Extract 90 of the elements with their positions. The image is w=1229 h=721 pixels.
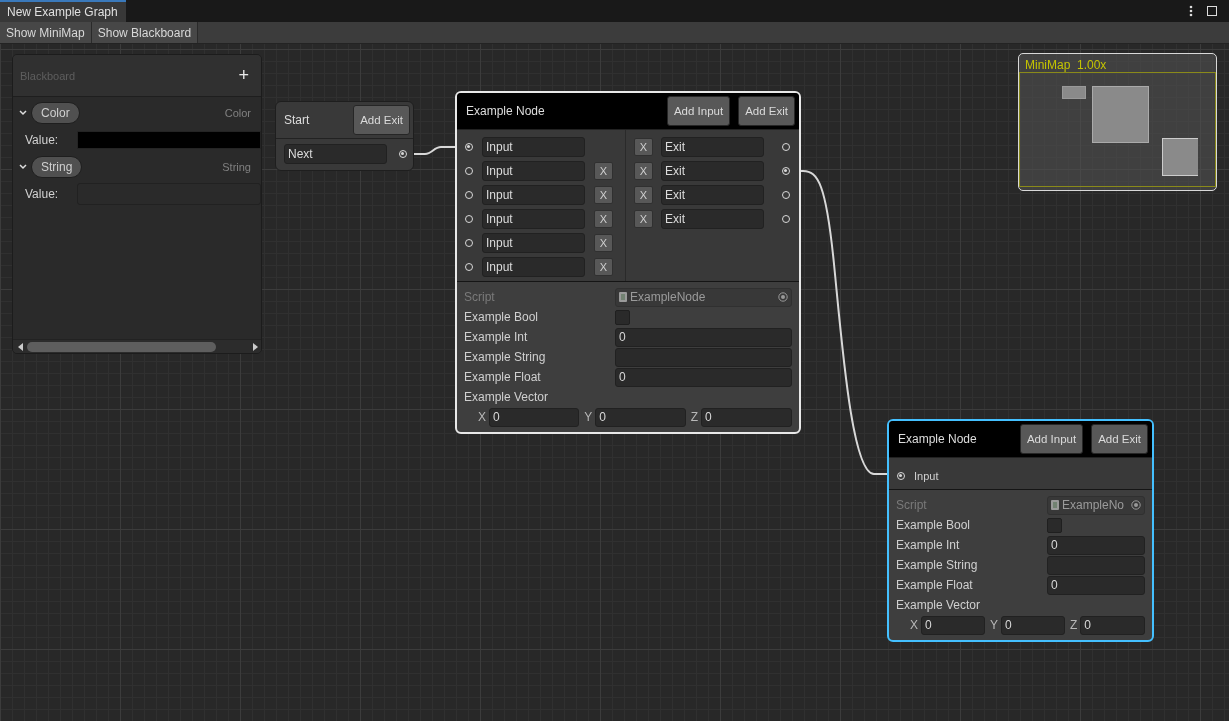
- script-file-icon: [1051, 500, 1059, 510]
- script-name: ExampleNo: [1062, 496, 1125, 514]
- more-options-icon[interactable]: [1189, 5, 1193, 17]
- number-field[interactable]: 0: [1001, 615, 1065, 635]
- field-label: Example Int: [896, 538, 961, 552]
- add-exit-button[interactable]: Add Exit: [353, 105, 410, 135]
- value-label: Value:: [25, 132, 60, 147]
- node-header-button[interactable]: Add Exit: [738, 96, 795, 126]
- number-field[interactable]: 0: [921, 615, 985, 635]
- exit-name-field[interactable]: Exit: [661, 209, 764, 229]
- add-property-button[interactable]: +: [234, 65, 253, 86]
- axis-label: Y: [584, 410, 593, 424]
- input-name-field[interactable]: Input: [482, 185, 585, 205]
- remove-button[interactable]: X: [634, 138, 653, 156]
- input-name-field[interactable]: Input: [482, 257, 585, 277]
- toolbar-button[interactable]: Show Blackboard: [91, 22, 199, 43]
- toolbar-button[interactable]: Show MiniMap: [0, 22, 92, 43]
- axis-label: X: [478, 410, 486, 424]
- checkbox[interactable]: [1047, 517, 1062, 533]
- input-name-field[interactable]: Input: [482, 233, 585, 253]
- input-name-field[interactable]: Input: [482, 137, 585, 157]
- node-title: Example Node: [898, 432, 977, 446]
- start-node[interactable]: Start Add Exit Next: [275, 101, 414, 171]
- field-label: Script: [464, 290, 496, 304]
- checkbox[interactable]: [615, 309, 630, 325]
- number-field[interactable]: 0: [701, 407, 792, 427]
- field-label: Example Vector: [464, 389, 550, 406]
- property-pill[interactable]: String: [31, 155, 83, 178]
- exit-name-field[interactable]: Next: [284, 144, 387, 164]
- field-label: Example String: [896, 558, 979, 572]
- field-label: Example Bool: [464, 310, 540, 324]
- exit-name-field[interactable]: Exit: [661, 161, 764, 181]
- node-title: Example Node: [466, 104, 545, 118]
- scroll-right-icon[interactable]: [252, 342, 258, 351]
- object-picker-icon[interactable]: [778, 292, 788, 302]
- connection-edge: [411, 146, 456, 155]
- text-field[interactable]: 0: [615, 327, 792, 347]
- chevron-icon[interactable]: [19, 109, 27, 116]
- remove-button[interactable]: X: [594, 162, 613, 180]
- property-pill[interactable]: Color: [31, 101, 80, 124]
- node-header-button[interactable]: Add Exit: [1091, 424, 1148, 454]
- node-title: Start: [284, 113, 310, 127]
- script-name: ExampleNode: [630, 288, 706, 306]
- remove-button[interactable]: X: [594, 258, 613, 276]
- remove-button[interactable]: X: [634, 186, 653, 204]
- graph-tab[interactable]: New Example Graph: [0, 0, 126, 22]
- value-label: Value:: [25, 186, 60, 201]
- input-name-field[interactable]: Input: [482, 161, 585, 181]
- exit-name-field[interactable]: Exit: [661, 185, 764, 205]
- property-type: Color: [224, 106, 251, 119]
- field-label: Example String: [464, 350, 547, 364]
- remove-button[interactable]: X: [634, 210, 653, 228]
- node-header-button[interactable]: Add Input: [666, 96, 731, 126]
- graph-node[interactable]: [455, 91, 801, 434]
- object-picker-icon[interactable]: [1131, 500, 1141, 510]
- axis-label: X: [910, 618, 918, 632]
- remove-button[interactable]: X: [594, 186, 613, 204]
- axis-label: Z: [1070, 618, 1078, 632]
- remove-button[interactable]: X: [594, 210, 613, 228]
- text-field[interactable]: [615, 347, 792, 367]
- field-label: Example Int: [464, 330, 529, 344]
- number-field[interactable]: 0: [1080, 615, 1145, 635]
- minimap-title: MiniMap 1.00x: [1024, 57, 1108, 72]
- axis-label: Z: [690, 410, 698, 424]
- field-label: Example Bool: [896, 518, 972, 532]
- remove-button[interactable]: X: [634, 162, 653, 180]
- port-label: Input: [914, 470, 939, 482]
- maximize-icon[interactable]: [1207, 6, 1217, 16]
- chevron-icon[interactable]: [19, 163, 27, 170]
- node-header-button[interactable]: Add Input: [1019, 424, 1084, 454]
- horizontal-scrollbar[interactable]: [13, 339, 261, 353]
- field-label: Example Vector: [896, 597, 982, 614]
- field-label: Script: [896, 498, 928, 512]
- text-field[interactable]: 0: [1047, 535, 1145, 555]
- number-field[interactable]: 0: [595, 407, 686, 427]
- minimap-panel[interactable]: MiniMap 1.00x: [1018, 53, 1217, 191]
- text-field[interactable]: 0: [1047, 575, 1145, 595]
- input-name-field[interactable]: Input: [482, 209, 585, 229]
- scroll-left-icon[interactable]: [18, 342, 24, 351]
- text-field[interactable]: [1047, 555, 1145, 575]
- axis-label: Y: [990, 618, 998, 632]
- remove-button[interactable]: X: [594, 234, 613, 252]
- number-field[interactable]: 0: [489, 407, 580, 427]
- field-label: Example Float: [464, 370, 542, 384]
- property-type: String: [222, 160, 251, 173]
- text-field[interactable]: 0: [615, 367, 792, 387]
- exit-name-field[interactable]: Exit: [661, 137, 764, 157]
- color-field[interactable]: [77, 130, 261, 149]
- field-label: Example Float: [896, 578, 974, 592]
- script-file-icon: [619, 292, 627, 302]
